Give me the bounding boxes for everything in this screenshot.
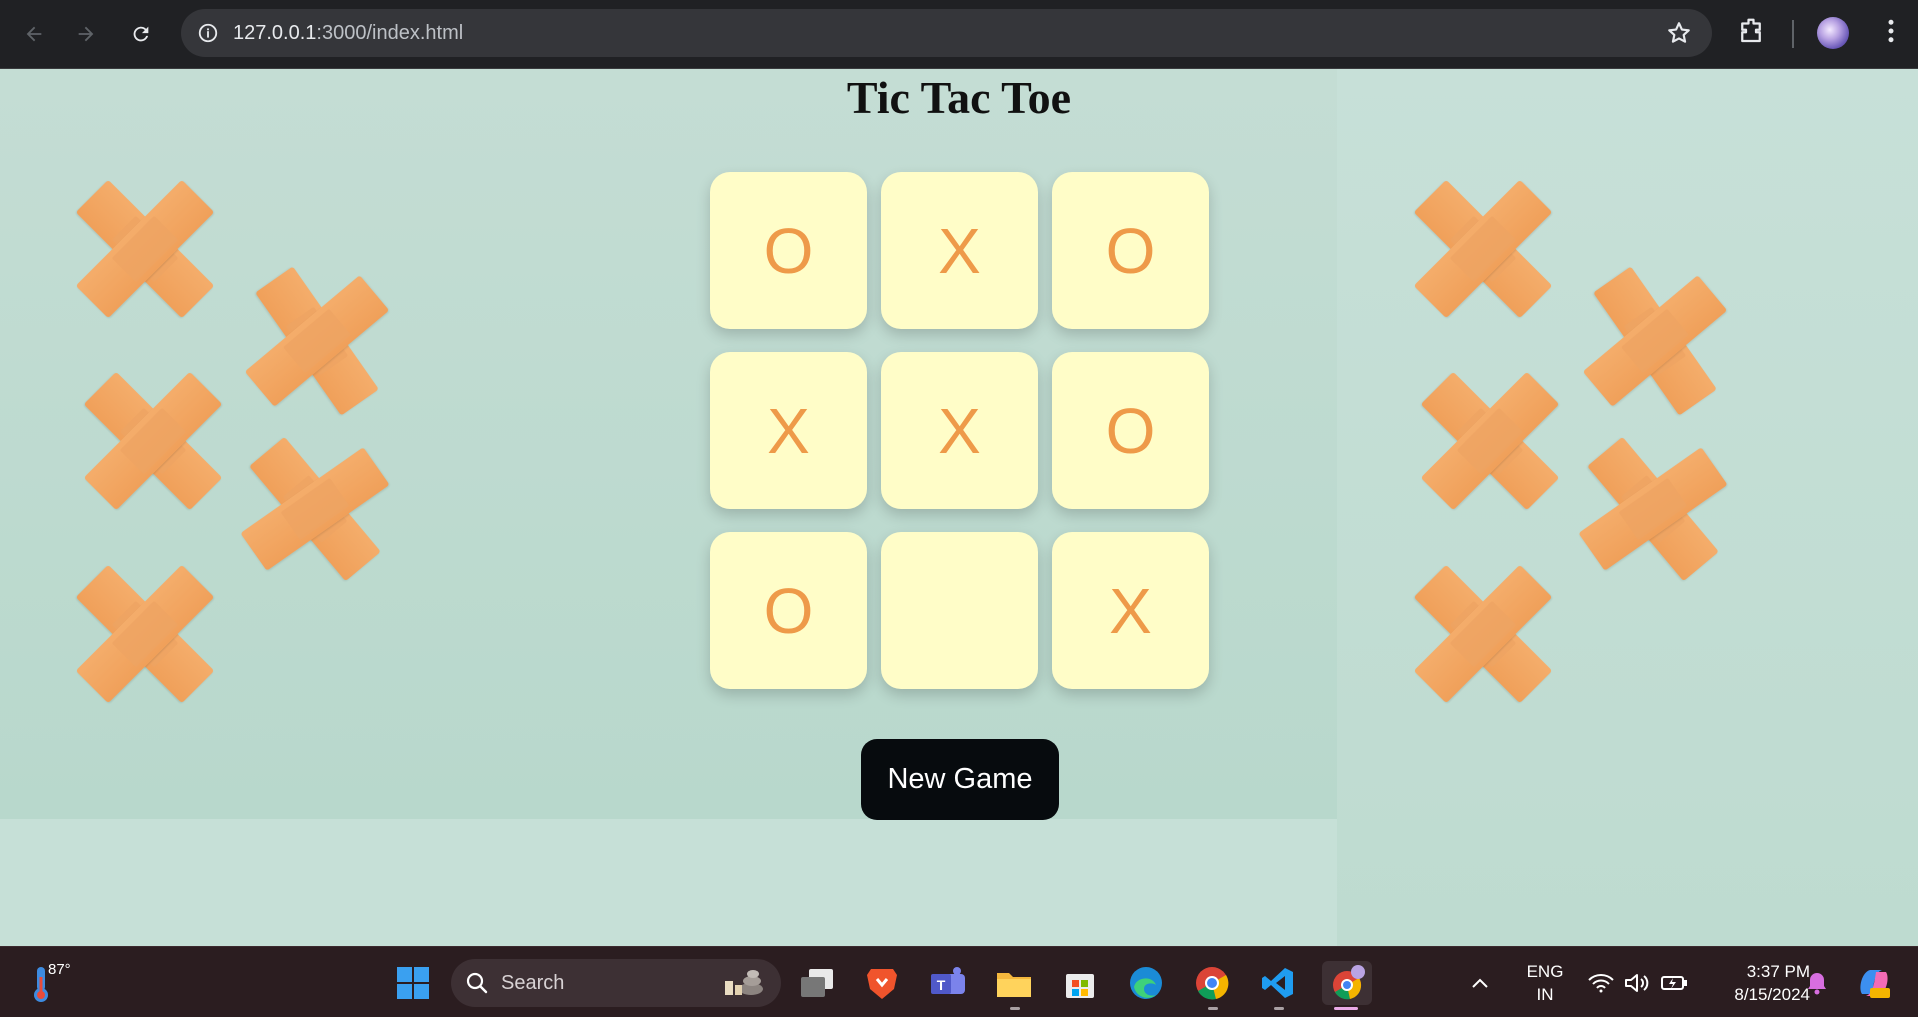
url-host: 127.0.0.1	[233, 21, 317, 44]
board-cell[interactable]: O	[1052, 352, 1209, 509]
new-game-button[interactable]: New Game	[861, 739, 1059, 820]
plaster-x-icon	[1578, 436, 1728, 582]
clock[interactable]: 3:37 PM 8/15/2024	[1700, 960, 1810, 1006]
clock-date: 8/15/2024	[1734, 985, 1810, 1004]
profile-avatar[interactable]	[1817, 17, 1849, 49]
plaster-x-icon	[1582, 266, 1728, 416]
active-window-indicator	[1334, 1007, 1358, 1010]
weather-temperature: 87°	[48, 961, 71, 978]
search-label: Search	[501, 971, 565, 994]
extensions-puzzle-icon[interactable]	[1736, 16, 1766, 51]
vscode-icon[interactable]	[1256, 961, 1300, 1005]
address-bar[interactable]: 127.0.0.1:3000/index.html	[181, 9, 1712, 57]
language-indicator[interactable]: ENG IN	[1520, 960, 1570, 1006]
clock-time: 3:37 PM	[1746, 962, 1810, 981]
microsoft-store-icon[interactable]	[1058, 961, 1102, 1005]
taskbar-search[interactable]: Search	[451, 959, 781, 1007]
copilot-icon[interactable]	[1852, 961, 1896, 1005]
language-code: ENG	[1526, 962, 1564, 981]
search-highlight-icon	[725, 970, 763, 995]
windows-start-icon[interactable]	[391, 961, 435, 1005]
plaster-x-icon	[240, 436, 390, 582]
battery-icon[interactable]	[1656, 961, 1692, 1005]
url-text[interactable]: 127.0.0.1:3000/index.html	[233, 22, 463, 45]
running-indicator	[1208, 1007, 1218, 1010]
running-indicator	[1274, 1007, 1284, 1010]
back-button[interactable]	[14, 14, 54, 54]
plaster-x-icon	[75, 179, 215, 319]
board-cell[interactable]: X	[710, 352, 867, 509]
plaster-x-icon	[244, 266, 390, 416]
teams-icon[interactable]: T	[926, 961, 970, 1005]
file-explorer-icon[interactable]	[992, 961, 1036, 1005]
board-cell[interactable]: O	[710, 172, 867, 329]
board-cell[interactable]: X	[1052, 532, 1209, 689]
kebab-menu-icon[interactable]	[1876, 16, 1906, 51]
plaster-x-icon	[1420, 371, 1560, 511]
svg-text:T: T	[937, 977, 946, 993]
task-view-icon[interactable]	[795, 961, 839, 1005]
forward-arrow-icon	[78, 26, 94, 42]
chrome-active-icon[interactable]	[1322, 961, 1372, 1005]
edge-browser-icon[interactable]	[1124, 961, 1168, 1005]
board-cell[interactable]: O	[710, 532, 867, 689]
show-hidden-icons-chevron-icon[interactable]	[1466, 961, 1494, 1005]
board-cell[interactable]: X	[881, 352, 1038, 509]
forward-button[interactable]	[66, 14, 106, 54]
board-cell[interactable]: X	[881, 172, 1038, 329]
board-cell[interactable]	[881, 532, 1038, 689]
windows-taskbar: 87° Search T ENG IN 3:37 PM 8/15/2024	[0, 946, 1918, 1017]
bookmark-star-icon[interactable]	[1666, 20, 1692, 51]
toolbar-divider	[1792, 20, 1794, 48]
back-arrow-icon	[26, 26, 42, 42]
site-info-icon[interactable]	[195, 20, 221, 46]
page-viewport: Tic Tac Toe O X O X X O O X New Game	[0, 69, 1918, 946]
background-repeat-bottom	[0, 819, 1337, 946]
notification-bell-icon[interactable]	[1800, 961, 1834, 1005]
search-icon	[466, 972, 488, 994]
brave-browser-icon[interactable]	[860, 961, 904, 1005]
browser-toolbar: 127.0.0.1:3000/index.html	[0, 0, 1918, 69]
reload-button[interactable]	[121, 14, 161, 54]
board-cell[interactable]: O	[1052, 172, 1209, 329]
wifi-icon[interactable]	[1584, 961, 1618, 1005]
language-region: IN	[1536, 985, 1554, 1004]
plaster-x-icon	[83, 371, 223, 511]
volume-icon[interactable]	[1620, 961, 1654, 1005]
page-title: Tic Tac Toe	[846, 72, 1072, 123]
running-indicator	[1010, 1007, 1020, 1010]
url-path: :3000/index.html	[316, 21, 464, 44]
chrome-browser-icon[interactable]	[1190, 961, 1234, 1005]
plaster-x-icon	[1413, 179, 1553, 319]
plaster-x-icon	[1413, 564, 1553, 704]
reload-icon	[133, 26, 149, 42]
weather-widget[interactable]: 87°	[30, 961, 80, 1003]
plaster-x-icon	[75, 564, 215, 704]
